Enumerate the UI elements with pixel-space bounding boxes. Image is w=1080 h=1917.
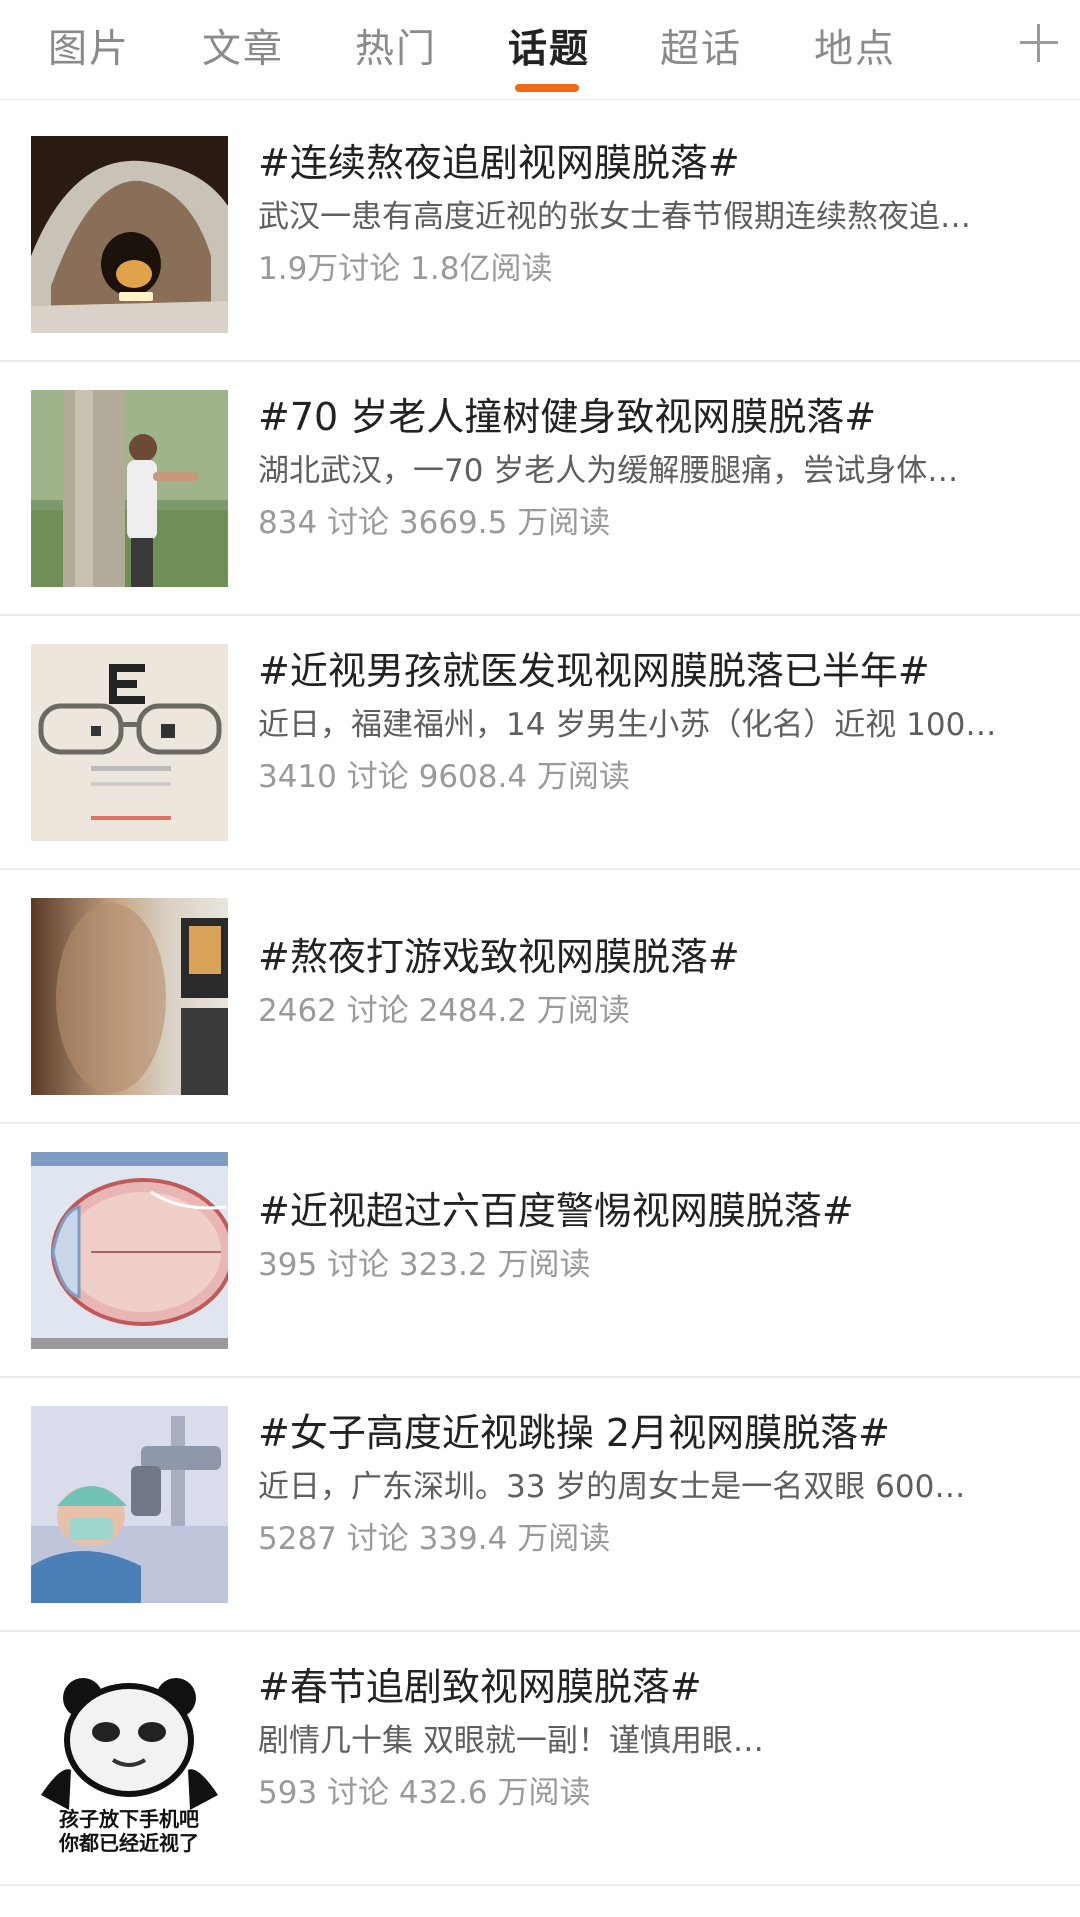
topic-title[interactable]: #近视超过六百度警惕视网膜脱落# [258, 1186, 1066, 1236]
list-item[interactable]: #70 岁老人撞树健身致视网膜脱落# 湖北武汉，一70 岁老人为缓解腰腿痛，尝试… [0, 362, 1080, 616]
topic-stats: 3410 讨论 9608.4 万阅读 [258, 759, 630, 795]
meme-caption-line-1: 孩子放下手机吧 [59, 1807, 199, 1831]
topic-thumbnail [31, 136, 228, 333]
topic-title[interactable]: #春节追剧致视网膜脱落# [258, 1662, 1066, 1712]
tab-images[interactable]: 图片 [48, 18, 130, 74]
list-item[interactable]: #近视超过六百度警惕视网膜脱落# 395 讨论 323.2 万阅读 [0, 1124, 1080, 1378]
list-item[interactable]: #近视男孩就医发现视网膜脱落已半年# 近日，福建福州，14 岁男生小苏（化名）近… [0, 616, 1080, 870]
topic-stats: 593 讨论 432.6 万阅读 [258, 1775, 591, 1811]
topic-stats: 395 讨论 323.2 万阅读 [258, 1247, 591, 1283]
person-under-blanket-image [31, 136, 228, 333]
topic-stats: 834 讨论 3669.5 万阅读 [258, 505, 611, 541]
topic-stats: 2462 讨论 2484.2 万阅读 [258, 993, 630, 1029]
topic-text: #70 岁老人撞树健身致视网膜脱落# 湖北武汉，一70 岁老人为缓解腰腿痛，尝试… [258, 392, 1066, 546]
topic-thumbnail: 孩子放下手机吧 你都已经近视了 [31, 1660, 228, 1857]
topic-text: #春节追剧致视网膜脱落# 剧情几十集 双眼就一副！谨慎用眼… 593 讨论 43… [258, 1662, 1066, 1816]
tab-topics[interactable]: 话题 [508, 18, 590, 74]
topic-title[interactable]: #熬夜打游戏致视网膜脱落# [258, 932, 1066, 982]
topic-desc: 近日，广东深圳。33 岁的周女士是一名双眼 600… [258, 1469, 966, 1505]
eyeball-diagram-image [31, 1152, 228, 1349]
glasses-eye-chart-image [31, 644, 228, 841]
list-item[interactable]: #连续熬夜追剧视网膜脱落# 武汉一患有高度近视的张女士春节假期连续熬夜追… 1.… [0, 108, 1080, 362]
topic-desc: 近日，福建福州，14 岁男生小苏（化名）近视 100… [258, 707, 997, 743]
blurred-gaming-image [31, 898, 228, 1095]
topic-text: #连续熬夜追剧视网膜脱落# 武汉一患有高度近视的张女士春节假期连续熬夜追… 1.… [258, 138, 1066, 292]
list-item[interactable]: 孩子放下手机吧 你都已经近视了 #春节追剧致视网膜脱落# 剧情几十集 双眼就一副… [0, 1632, 1080, 1886]
topic-title[interactable]: #女子高度近视跳操 2月视网膜脱落# [258, 1408, 1066, 1458]
topic-title[interactable]: #70 岁老人撞树健身致视网膜脱落# [258, 392, 1066, 442]
topic-thumbnail [31, 644, 228, 841]
topic-title[interactable]: #连续熬夜追剧视网膜脱落# [258, 138, 1066, 188]
topic-desc: 湖北武汉，一70 岁老人为缓解腰腿痛，尝试身体… [258, 453, 959, 489]
topic-title[interactable]: #近视男孩就医发现视网膜脱落已半年# [258, 646, 1066, 696]
tab-places[interactable]: 地点 [814, 18, 896, 74]
meme-caption-line-2: 你都已经近视了 [58, 1831, 199, 1855]
list-item[interactable]: #熬夜打游戏致视网膜脱落# 2462 讨论 2484.2 万阅读 [0, 870, 1080, 1124]
tab-super-topics[interactable]: 超话 [660, 18, 742, 74]
topic-thumbnail [31, 898, 228, 1095]
topic-stats: 1.9万讨论 1.8亿阅读 [258, 251, 553, 287]
topic-desc: 剧情几十集 双眼就一副！谨慎用眼… [258, 1723, 764, 1759]
topic-text: #女子高度近视跳操 2月视网膜脱落# 近日，广东深圳。33 岁的周女士是一名双眼… [258, 1408, 1066, 1562]
topic-thumbnail [31, 390, 228, 587]
tab-bar: 图片 文章 热门 话题 超话 地点 [0, 0, 1080, 100]
tab-hot[interactable]: 热门 [355, 18, 437, 74]
topic-thumbnail [31, 1152, 228, 1349]
topic-text: #近视超过六百度警惕视网膜脱落# 395 讨论 323.2 万阅读 [258, 1186, 1066, 1288]
list-item[interactable]: #女子高度近视跳操 2月视网膜脱落# 近日，广东深圳。33 岁的周女士是一名双眼… [0, 1378, 1080, 1632]
topic-thumbnail [31, 1406, 228, 1603]
active-tab-indicator [515, 84, 579, 92]
topic-text: #熬夜打游戏致视网膜脱落# 2462 讨论 2484.2 万阅读 [258, 932, 1066, 1034]
tab-articles[interactable]: 文章 [202, 18, 284, 74]
topic-stats: 5287 讨论 339.4 万阅读 [258, 1521, 611, 1557]
topic-text: #近视男孩就医发现视网膜脱落已半年# 近日，福建福州，14 岁男生小苏（化名）近… [258, 646, 1066, 800]
plus-icon[interactable] [1020, 24, 1058, 62]
man-next-to-tree-image [31, 390, 228, 587]
topic-desc: 武汉一患有高度近视的张女士春节假期连续熬夜追… [258, 199, 971, 235]
topic-list: #连续熬夜追剧视网膜脱落# 武汉一患有高度近视的张女士春节假期连续熬夜追… 1.… [0, 108, 1080, 1886]
doctor-with-microscope-image [31, 1406, 228, 1603]
panda-meme-image: 孩子放下手机吧 你都已经近视了 [31, 1660, 228, 1857]
